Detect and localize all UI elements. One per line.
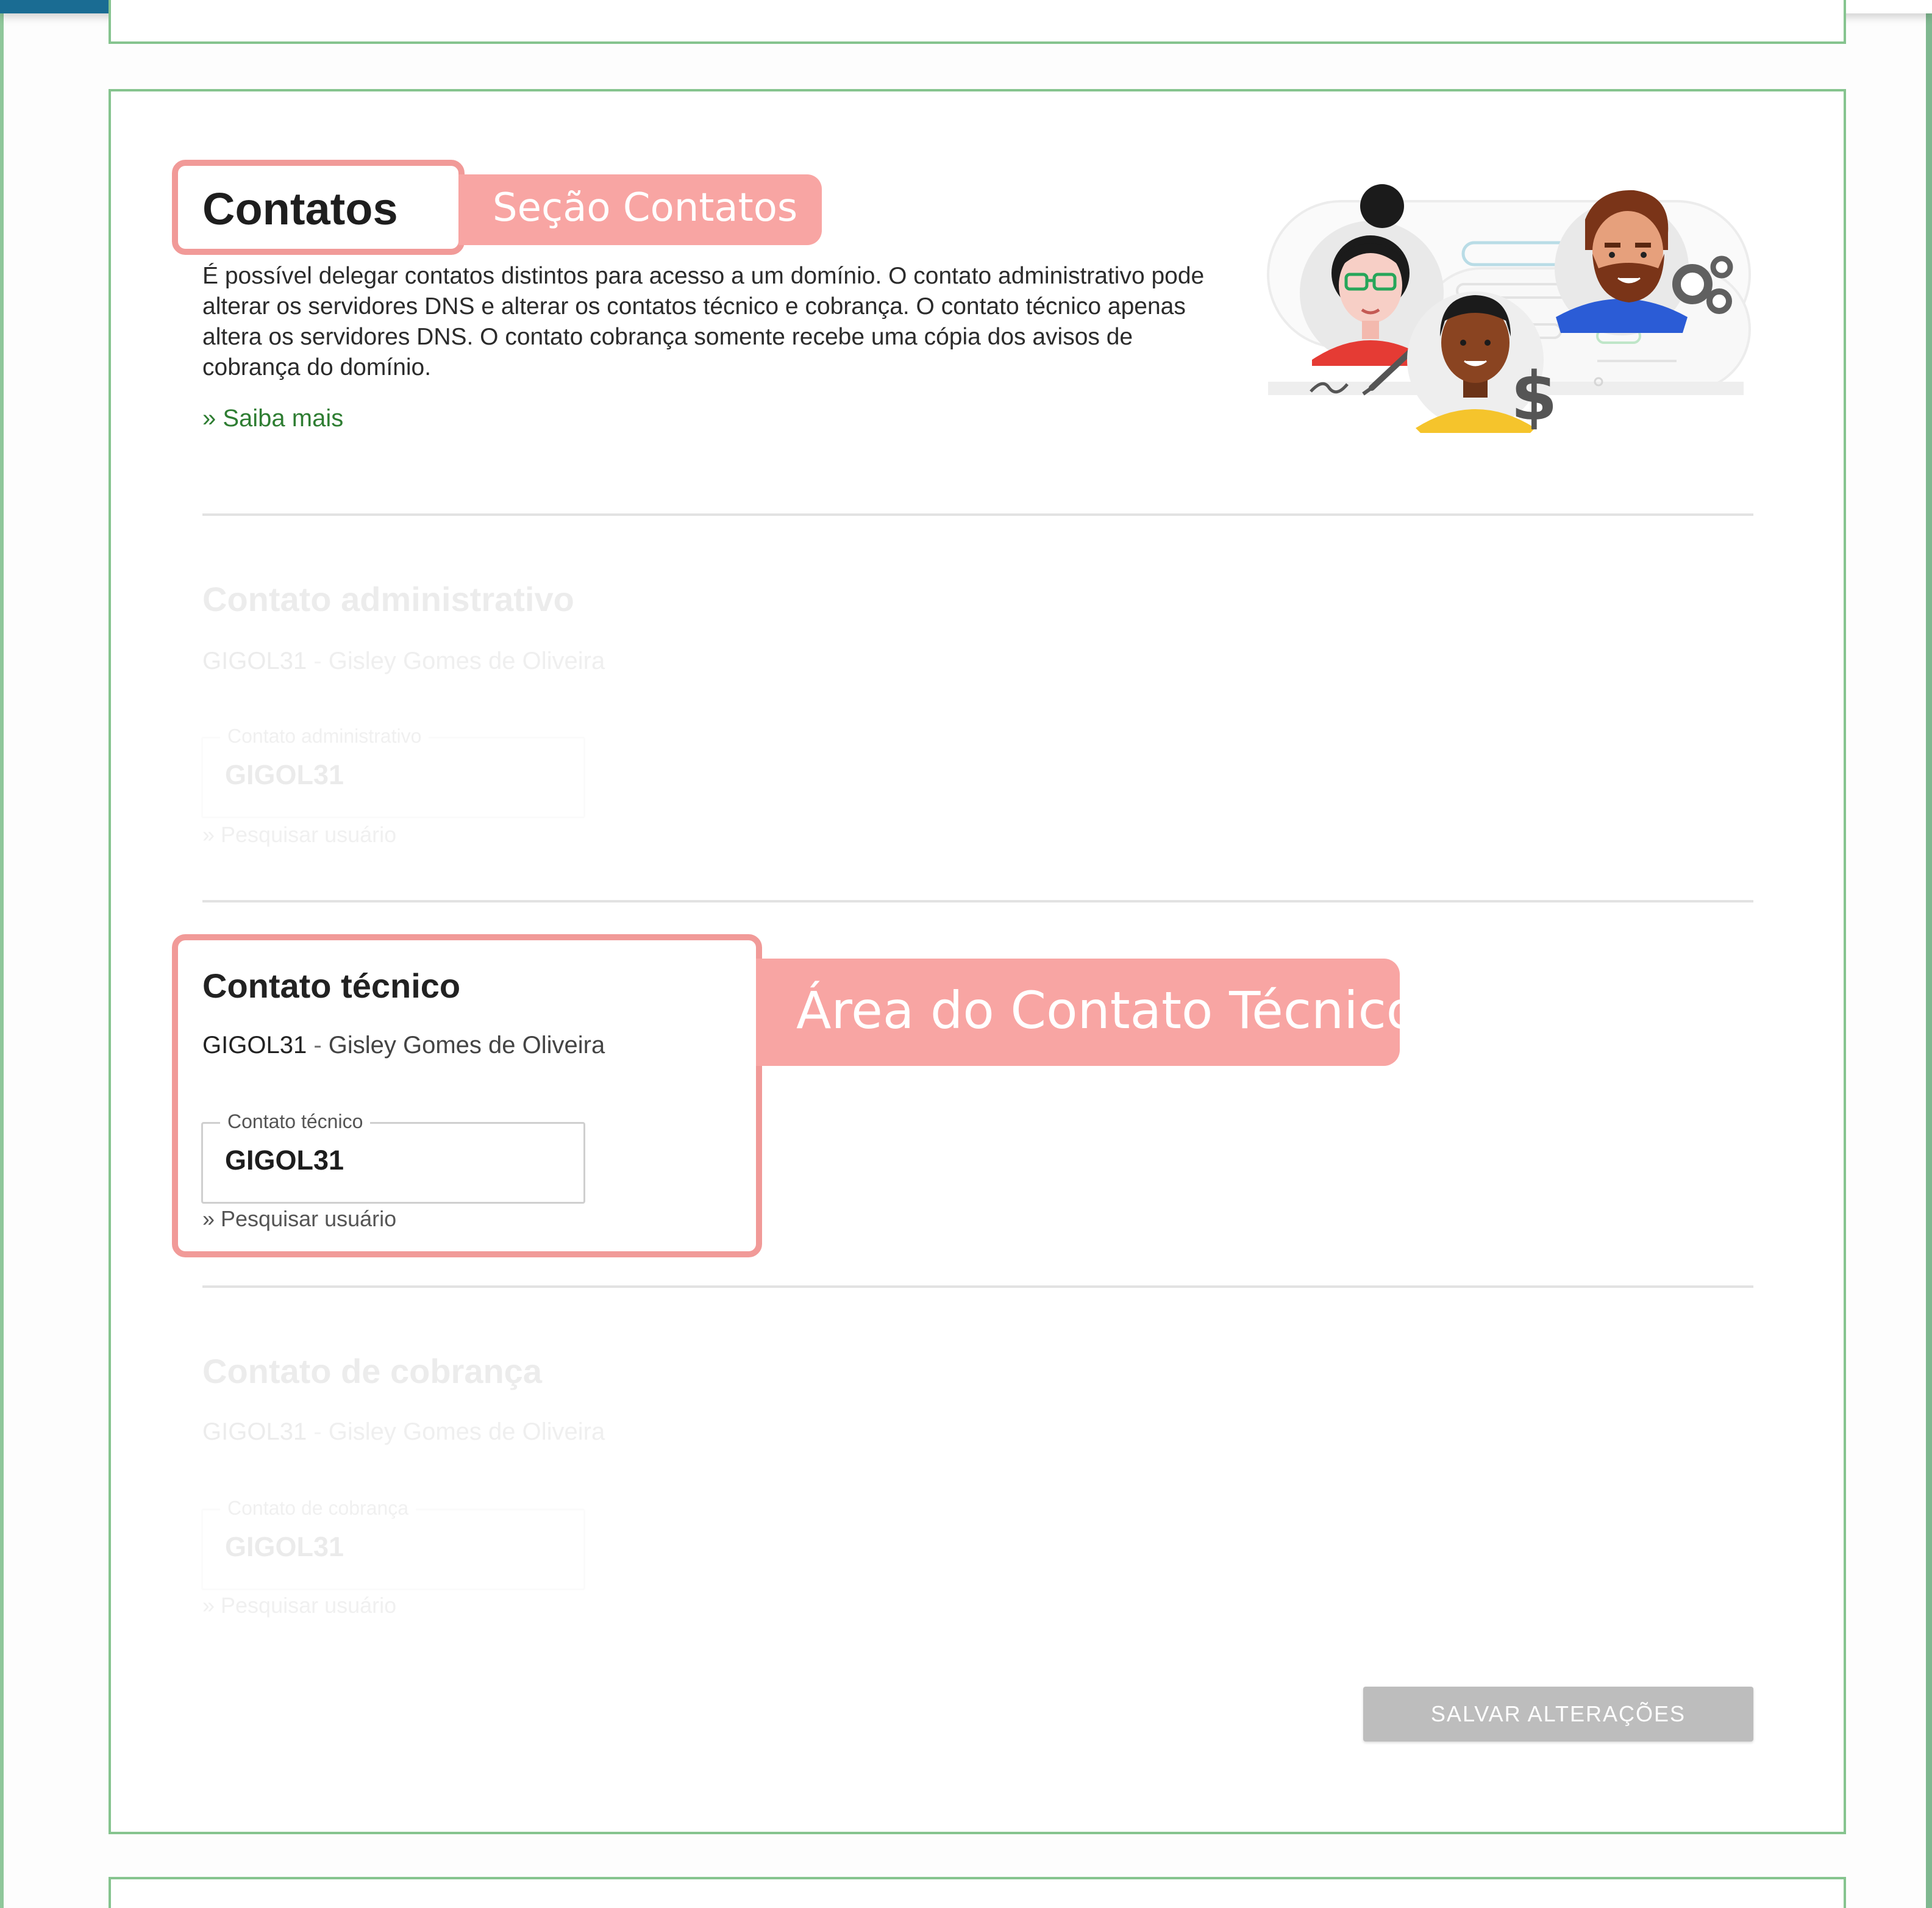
learn-more-link[interactable]: » Saiba mais [202, 405, 343, 432]
admin-contact-code: GIGOL31 [202, 648, 307, 674]
billing-contact-field-label: Contato de cobrança [220, 1497, 416, 1520]
billing-search-user-link[interactable]: » Pesquisar usuário [202, 1593, 396, 1618]
admin-contact-field-value[interactable]: GIGOL31 [225, 759, 344, 791]
billing-contact-separator: - [307, 1418, 329, 1445]
technical-area-callout: Área do Contato Técnico [756, 959, 1417, 1066]
next-card [109, 1877, 1846, 1908]
technical-contact-separator: - [307, 1032, 329, 1059]
billing-contact-user: GIGOL31 - Gisley Gomes de Oliveira [202, 1418, 605, 1446]
save-changes-button[interactable]: SALVAR ALTERAÇÕES [1363, 1687, 1753, 1742]
contacts-illustration-svg: $ [1267, 184, 1751, 435]
admin-search-user-link[interactable]: » Pesquisar usuário [202, 822, 396, 848]
technical-contact-heading: Contato técnico [202, 967, 461, 1005]
technical-contact-field[interactable]: Contato técnico GIGOL31 [201, 1110, 585, 1204]
section-callout: Seção Contatos [458, 174, 822, 245]
technical-contact-name: Gisley Gomes de Oliveira [328, 1032, 605, 1059]
billing-contact-code: GIGOL31 [202, 1418, 307, 1445]
dollar-icon: $ [1511, 357, 1558, 435]
divider-top [202, 513, 1753, 516]
contacts-illustration: $ [1256, 177, 1762, 451]
admin-contact-user: GIGOL31 - Gisley Gomes de Oliveira [202, 648, 605, 675]
admin-contact-name: Gisley Gomes de Oliveira [328, 648, 605, 674]
admin-contact-separator: - [307, 648, 329, 674]
admin-contact-field-label: Contato administrativo [220, 725, 429, 748]
billing-contact-field-value[interactable]: GIGOL31 [225, 1531, 344, 1563]
technical-contact-code: GIGOL31 [202, 1032, 307, 1059]
technical-contact-user: GIGOL31 - Gisley Gomes de Oliveira [202, 1032, 605, 1059]
divider-middle [202, 900, 1753, 902]
billing-contact-field[interactable]: Contato de cobrança GIGOL31 [201, 1497, 585, 1590]
billing-contact-name: Gisley Gomes de Oliveira [328, 1418, 605, 1445]
technical-search-user-link[interactable]: » Pesquisar usuário [202, 1206, 396, 1232]
technical-contact-field-label: Contato técnico [220, 1110, 371, 1133]
svg-text:$: $ [1511, 357, 1558, 435]
technical-contact-field-value[interactable]: GIGOL31 [225, 1145, 344, 1176]
billing-contact-heading: Contato de cobrança [202, 1352, 542, 1390]
contacts-description: É possível delegar contatos distintos pa… [202, 263, 1205, 381]
page-title: Contatos [202, 184, 398, 234]
previous-card [109, 0, 1846, 44]
admin-contact-field[interactable]: Contato administrativo GIGOL31 [201, 725, 585, 818]
divider-bottom [202, 1285, 1753, 1288]
admin-contact-heading: Contato administrativo [202, 580, 574, 618]
